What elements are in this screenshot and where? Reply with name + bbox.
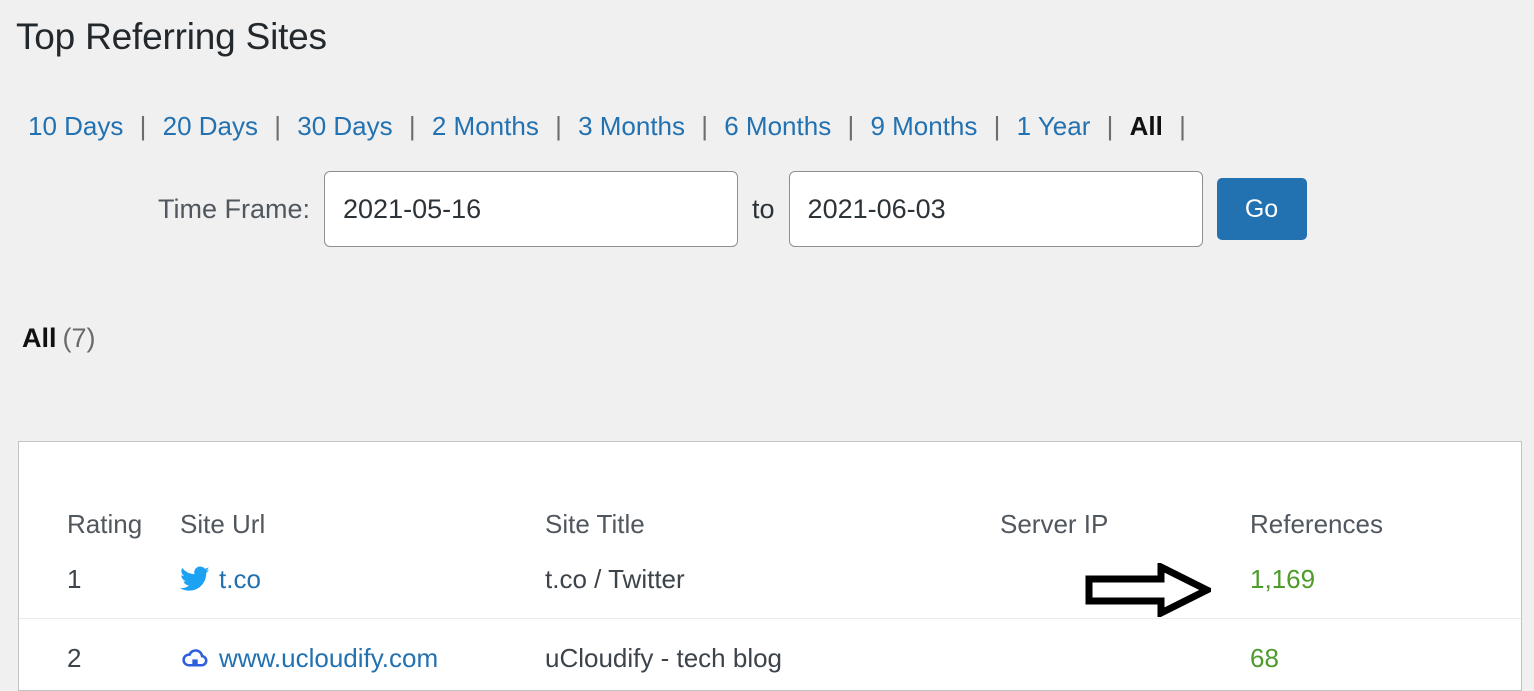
range-separator: | [265,111,290,141]
references-value: 68 [1250,643,1279,673]
table-header: Rating Site Url Site Title Server IP Ref… [19,442,1522,540]
cell-rating: 1 [19,540,154,619]
range-link-6-months[interactable]: 6 Months [724,111,831,141]
range-link-30-days[interactable]: 30 Days [297,111,392,141]
range-link-3-months[interactable]: 3 Months [578,111,685,141]
range-separator: | [692,111,717,141]
range-link-9-months[interactable]: 9 Months [870,111,977,141]
range-separator-trailing: | [1170,111,1195,141]
timeframe-to-label: to [752,194,775,225]
column-header-site-title[interactable]: Site Title [519,442,974,540]
range-link-2-months[interactable]: 2 Months [432,111,539,141]
range-link-all[interactable]: All [1130,111,1163,141]
site-url-link[interactable]: t.co [219,564,261,595]
time-range-nav: 10 Days | 20 Days | 30 Days | 2 Months |… [28,103,1195,149]
referring-sites-table-card: Rating Site Url Site Title Server IP Ref… [18,441,1522,691]
cell-references: 68 [1224,619,1522,691]
range-separator: | [985,111,1010,141]
cell-rating: 2 [19,619,154,691]
references-value: 1,169 [1250,564,1315,594]
go-button[interactable]: Go [1217,178,1307,240]
range-separator: | [400,111,425,141]
column-header-rating[interactable]: Rating [19,442,154,540]
date-from-input[interactable] [324,171,738,247]
timeframe-controls: Time Frame: to Go [0,166,1400,252]
column-header-references[interactable]: References [1224,442,1522,540]
table-row: 1 t.co t.co / Twitter 1,169 [19,540,1522,619]
range-separator: | [838,111,863,141]
cell-site-title: t.co / Twitter [519,540,974,619]
summary-filter-label[interactable]: All [22,323,57,353]
range-separator: | [1098,111,1123,141]
cell-server-ip [974,619,1224,691]
table-header-row: Rating Site Url Site Title Server IP Ref… [19,442,1522,540]
referring-sites-table: Rating Site Url Site Title Server IP Ref… [19,442,1522,691]
range-separator: | [131,111,156,141]
range-link-20-days[interactable]: 20 Days [163,111,258,141]
timeframe-label: Time Frame: [158,194,310,225]
column-header-site-url[interactable]: Site Url [154,442,519,540]
cell-site-url: www.ucloudify.com [154,619,519,691]
results-summary: All(7) [22,318,96,358]
summary-count: (7) [63,323,96,353]
range-link-1-year[interactable]: 1 Year [1017,111,1091,141]
date-to-input[interactable] [789,171,1203,247]
cell-references: 1,169 [1224,540,1522,619]
column-header-server-ip[interactable]: Server IP [974,442,1224,540]
range-link-10-days[interactable]: 10 Days [28,111,123,141]
twitter-bird-icon [180,564,210,594]
page-title: Top Referring Sites [16,14,327,60]
range-separator: | [546,111,571,141]
cell-server-ip [974,540,1224,619]
table-row: 2 www.ucloudify.com uCloudify - tech blo… [19,619,1522,691]
site-url-link[interactable]: www.ucloudify.com [219,643,438,674]
cell-site-url: t.co [154,540,519,619]
table-body: 1 t.co t.co / Twitter 1,169 [19,540,1522,691]
cloud-icon [180,643,210,673]
cell-site-title: uCloudify - tech blog [519,619,974,691]
